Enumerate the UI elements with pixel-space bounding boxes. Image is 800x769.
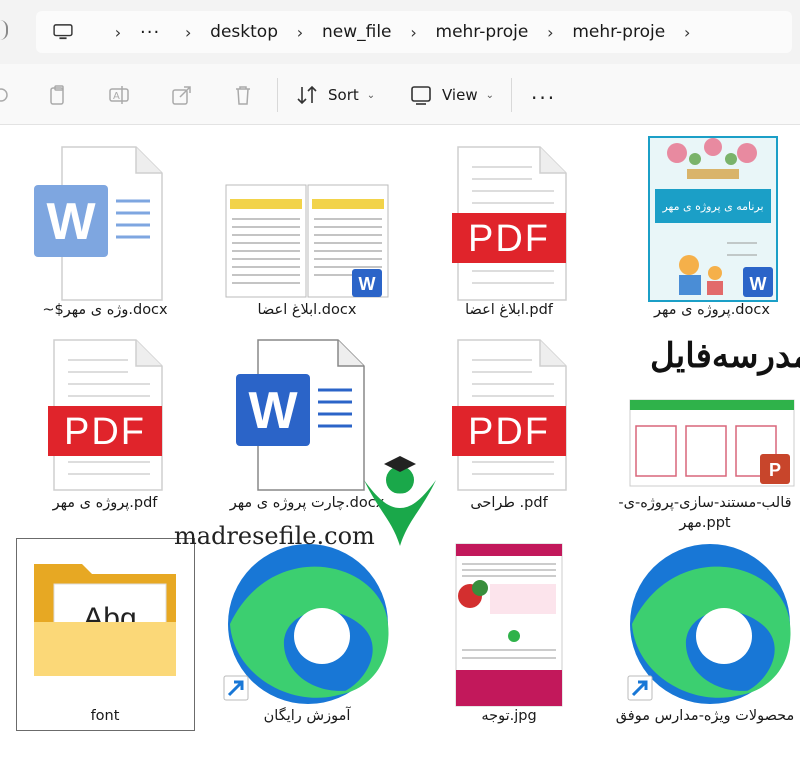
breadcrumb[interactable]: › ··· › desktop › new_file › mehr-proje … — [36, 11, 792, 53]
edge-shortcut-icon — [223, 544, 389, 704]
pdf-icon: PDF — [452, 146, 567, 301]
paste-icon[interactable] — [47, 84, 69, 106]
svg-text:W: W — [46, 193, 96, 251]
pdf-icon: PDF — [48, 339, 163, 491]
edge-shortcut-icon — [627, 544, 791, 704]
chevron-right-icon[interactable]: › — [404, 23, 424, 42]
chevron-right-icon[interactable]: › — [290, 23, 310, 42]
sort-button[interactable]: Sort ⌄ — [296, 82, 375, 108]
view-icon — [411, 86, 431, 105]
address-bar-region: › ··· › desktop › new_file › mehr-proje … — [0, 0, 800, 64]
toolbar-divider — [277, 78, 278, 112]
breadcrumb-item-mehr-proje-current[interactable]: mehr-proje — [572, 22, 665, 42]
svg-text:W: W — [359, 274, 376, 294]
chevron-down-icon: ⌄ — [485, 89, 494, 101]
svg-text:W: W — [750, 274, 767, 294]
file-name: توجه.jpg — [481, 708, 537, 724]
file-name: آموزش رایگان — [263, 708, 351, 724]
word-document-icon: W — [34, 146, 163, 301]
this-pc-icon[interactable] — [52, 24, 74, 40]
view-label: View — [442, 86, 478, 104]
chevron-right-icon[interactable]: › — [108, 23, 128, 42]
file-name: font — [90, 708, 120, 724]
file-name: پروژه ی مهر.docx — [654, 302, 770, 318]
breadcrumb-item-desktop[interactable]: desktop — [210, 22, 278, 42]
watermark-text-persian: مدرسه‌فایل — [650, 336, 800, 376]
view-button[interactable]: View ⌄ — [410, 82, 494, 108]
file-name: طراحی .pdf — [470, 495, 548, 511]
more-options-button[interactable]: ··· — [531, 86, 556, 110]
jpg-preview-thumbnail — [455, 543, 563, 707]
chevron-right-icon[interactable]: › — [677, 23, 697, 42]
breadcrumb-item-mehr-proje[interactable]: mehr-proje — [436, 22, 529, 42]
sort-label: Sort — [328, 86, 359, 104]
file-name: پروژه ی مهر.pdf — [52, 495, 158, 511]
cut-icon[interactable] — [0, 84, 12, 106]
back-button-edge[interactable] — [0, 20, 8, 40]
file-name: ~$وژه ی مهر.docx — [42, 302, 168, 318]
rename-icon[interactable]: A — [108, 84, 130, 106]
chevron-down-icon: ⌄ — [366, 89, 376, 101]
docx-cover-thumbnail: برنامه ی پروژه ی مهر W — [648, 136, 778, 302]
pdf-icon: PDF — [452, 339, 567, 491]
folder-icon: Abg — [34, 564, 176, 676]
svg-text:P: P — [769, 460, 781, 480]
file-name: ابلاغ اعضا.pdf — [465, 302, 553, 318]
toolbar-divider — [511, 78, 512, 112]
share-icon[interactable] — [171, 84, 193, 106]
watermark-text: madresefile.com — [174, 522, 375, 550]
file-name: قالب-مستند-سازی-پروژه-ی-مهر.ppt — [618, 495, 792, 531]
command-bar: A Sort ⌄ View ⌄ ··· — [0, 64, 800, 125]
sort-icon — [297, 85, 317, 105]
svg-text:A: A — [113, 91, 120, 102]
chevron-right-icon[interactable]: › — [178, 23, 198, 42]
svg-text:PDF: PDF — [64, 411, 146, 453]
file-name: محصولات ویژه-مدارس موفق — [615, 708, 795, 724]
delete-icon[interactable] — [232, 84, 254, 106]
docx-preview-thumbnail: W — [225, 184, 389, 298]
svg-text:W: W — [248, 382, 298, 440]
svg-text:برنامه ی پروژه ی مهر: برنامه ی پروژه ی مهر — [661, 200, 763, 213]
breadcrumb-overflow[interactable]: ··· — [140, 22, 160, 43]
breadcrumb-item-new-file[interactable]: new_file — [322, 22, 392, 42]
svg-text:PDF: PDF — [468, 218, 550, 260]
svg-text:PDF: PDF — [468, 411, 550, 453]
file-name: ابلاغ اعضا.docx — [257, 302, 357, 318]
chevron-right-icon[interactable]: › — [540, 23, 560, 42]
